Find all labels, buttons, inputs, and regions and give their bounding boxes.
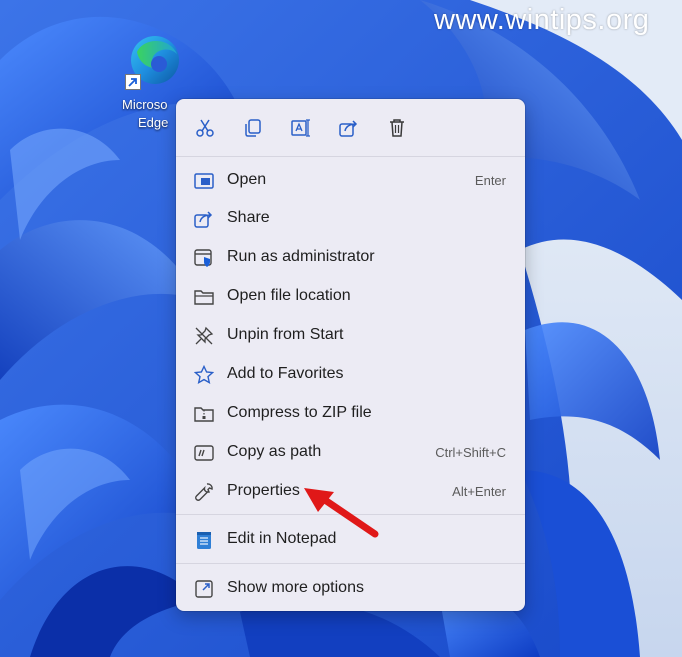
- menu-item-label: Unpin from Start: [227, 326, 344, 343]
- more-options-icon: [193, 578, 215, 600]
- menu-item-open-file-location[interactable]: Open file location: [176, 277, 525, 316]
- menu-item-share[interactable]: Share: [176, 199, 525, 238]
- menu-item-shortcut: Alt+Enter: [452, 484, 506, 499]
- share-icon: [193, 208, 215, 230]
- menu-item-label: Show more options: [227, 579, 364, 596]
- menu-item-compress-to-zip[interactable]: Compress to ZIP file: [176, 394, 525, 433]
- watermark-text: www.wintips.org: [434, 4, 650, 36]
- menu-item-copy-as-path[interactable]: Copy as path Ctrl+Shift+C: [176, 433, 525, 472]
- cut-icon[interactable]: [192, 115, 218, 141]
- share-toolbar-icon[interactable]: [336, 115, 362, 141]
- delete-icon[interactable]: [384, 115, 410, 141]
- menu-item-label: Compress to ZIP file: [227, 404, 372, 421]
- menu-item-open[interactable]: Open Enter: [176, 161, 525, 200]
- menu-item-run-as-administrator[interactable]: Run as administrator: [176, 238, 525, 277]
- menu-item-label: Share: [227, 209, 270, 226]
- context-menu-toolbar: [176, 99, 525, 156]
- menu-separator: [176, 563, 525, 564]
- menu-item-show-more-options[interactable]: Show more options: [176, 569, 525, 608]
- menu-separator: [176, 156, 525, 157]
- menu-item-label: Run as administrator: [227, 248, 375, 265]
- folder-icon: [193, 286, 215, 308]
- menu-item-label: Copy as path: [227, 443, 322, 460]
- notepad-icon: [193, 529, 215, 551]
- shortcut-arrow-icon: [125, 74, 141, 90]
- wrench-icon: [193, 481, 215, 503]
- menu-item-shortcut: Ctrl+Shift+C: [435, 445, 506, 460]
- copy-icon[interactable]: [240, 115, 266, 141]
- menu-item-label: Add to Favorites: [227, 365, 344, 382]
- shield-icon: [193, 247, 215, 269]
- menu-item-label: Open file location: [227, 287, 351, 304]
- menu-item-unpin-from-start[interactable]: Unpin from Start: [176, 316, 525, 355]
- menu-item-shortcut: Enter: [474, 173, 506, 188]
- menu-item-label: Open: [227, 171, 267, 188]
- red-pointer-arrow: [304, 488, 379, 538]
- open-icon: [193, 170, 215, 192]
- zip-icon: [193, 403, 215, 425]
- rename-icon[interactable]: [288, 115, 314, 141]
- menu-item-add-to-favorites[interactable]: Add to Favorites: [176, 355, 525, 394]
- star-icon: [193, 364, 215, 386]
- unpin-icon: [193, 325, 215, 347]
- copy-path-icon: [193, 442, 215, 464]
- menu-item-label: Properties: [227, 482, 300, 499]
